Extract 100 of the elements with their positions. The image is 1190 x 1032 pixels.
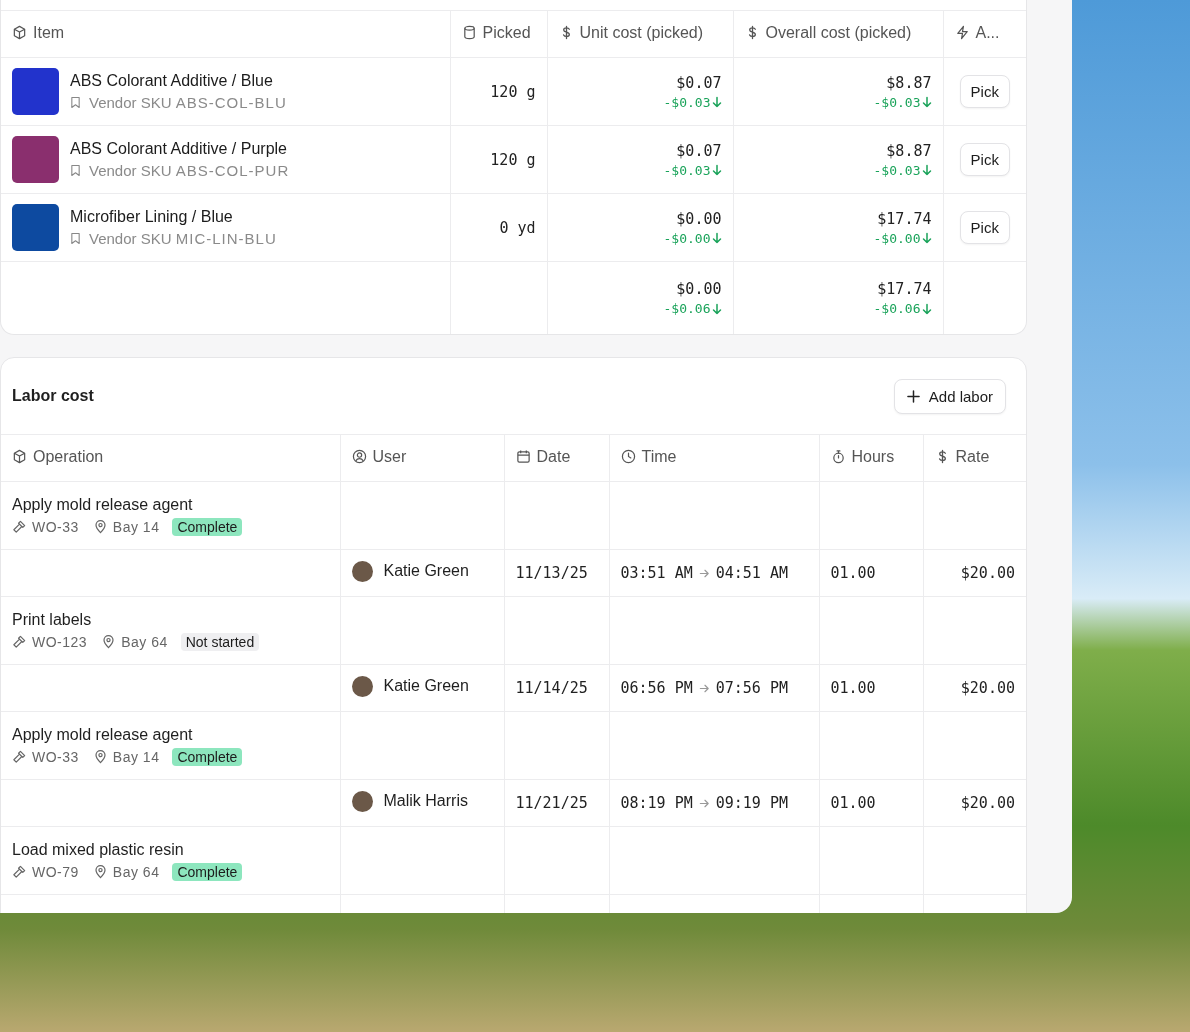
cost-change: -$0.03 xyxy=(663,162,711,178)
column-header[interactable]: A... xyxy=(975,23,1000,42)
column-header[interactable]: Picked xyxy=(482,23,531,42)
status-badge: Complete xyxy=(172,862,243,881)
end-time: 07:56 PM xyxy=(715,679,788,697)
clock-icon xyxy=(620,449,636,465)
operation-name[interactable]: Load mixed plastic resin xyxy=(12,840,329,859)
location-pin-icon xyxy=(92,749,108,764)
work-order: WO-79 xyxy=(32,863,79,880)
column-header[interactable]: Hours xyxy=(851,447,895,466)
location: Bay 64 xyxy=(121,633,168,650)
add-labor-button[interactable]: Add labor xyxy=(893,378,1006,414)
user-name: Malik Harris xyxy=(383,792,468,810)
down-arrow-icon xyxy=(711,96,722,108)
operation-name[interactable]: Apply mold release agent xyxy=(12,495,329,514)
bookmark-icon xyxy=(70,96,81,109)
column-header[interactable]: User xyxy=(372,447,407,466)
date: 11/13/25 xyxy=(515,564,588,582)
cube-icon xyxy=(12,449,27,465)
status-badge: Complete xyxy=(172,747,243,766)
down-arrow-icon xyxy=(711,164,722,176)
work-order: WO-123 xyxy=(32,633,88,650)
hours: 01.00 xyxy=(830,794,876,812)
vendor-sku: Vendor SKU MIC-LIN-BLU xyxy=(89,230,277,247)
item-name[interactable]: ABS Colorant Additive / Blue xyxy=(70,72,287,90)
start-time: 06:56 PM xyxy=(620,679,693,697)
end-time: 09:19 PM xyxy=(715,794,788,812)
avatar xyxy=(351,790,373,812)
column-header[interactable]: Item xyxy=(33,23,65,42)
location-pin-icon xyxy=(92,519,108,534)
avatar xyxy=(351,675,373,697)
column-header[interactable]: Overall cost (picked) xyxy=(765,23,912,42)
column-header[interactable]: Operation xyxy=(33,447,104,466)
section-title: Labor cost xyxy=(12,387,94,405)
cube-icon xyxy=(12,25,27,41)
avatar xyxy=(351,560,373,582)
lightning-icon xyxy=(954,25,970,41)
rate: $20.00 xyxy=(960,794,1015,812)
location: Bay 14 xyxy=(112,518,160,535)
rate: $20.00 xyxy=(960,564,1015,582)
status-badge: Not started xyxy=(180,632,260,651)
rate: $20.00 xyxy=(960,679,1015,697)
column-header[interactable]: Time xyxy=(641,447,677,466)
start-time: 08:19 PM xyxy=(620,794,693,812)
stopwatch-icon xyxy=(830,449,846,465)
column-header[interactable]: Date xyxy=(536,447,571,466)
right-arrow-icon xyxy=(698,567,710,579)
work-order: WO-33 xyxy=(32,748,79,765)
location: Bay 14 xyxy=(112,748,160,765)
user-name: Katie Green xyxy=(383,562,469,580)
hours: 01.00 xyxy=(830,679,876,697)
picked-quantity: 120 g xyxy=(490,150,536,169)
unit-cost: $0.07 xyxy=(676,141,722,160)
down-arrow-icon xyxy=(921,96,932,108)
cost-change: -$0.00 xyxy=(873,230,921,246)
operation-name[interactable]: Apply mold release agent xyxy=(12,725,329,744)
overall-cost-total: $17.74 xyxy=(877,280,932,298)
hours: 01.00 xyxy=(830,564,876,582)
picked-quantity: 0 yd xyxy=(499,218,536,237)
plus-icon xyxy=(906,389,920,403)
bookmark-icon xyxy=(70,232,81,245)
location-pin-icon xyxy=(92,864,108,879)
unit-cost-total: $0.00 xyxy=(676,280,722,298)
down-arrow-icon xyxy=(921,302,932,315)
overall-cost: $8.87 xyxy=(886,73,932,92)
calendar-icon xyxy=(515,449,531,465)
overall-cost: $8.87 xyxy=(886,141,932,160)
picked-quantity: 120 g xyxy=(490,82,536,101)
date: 11/14/25 xyxy=(515,679,588,697)
right-arrow-icon xyxy=(698,797,710,809)
cost-change: -$0.03 xyxy=(873,162,921,178)
item-name[interactable]: ABS Colorant Additive / Purple xyxy=(70,140,290,158)
pick-button[interactable]: Pick xyxy=(959,143,1010,176)
status-badge: Complete xyxy=(172,517,243,536)
pick-button[interactable]: Pick xyxy=(959,211,1010,244)
item-name[interactable]: Microfiber Lining / Blue xyxy=(70,208,277,226)
location-pin-icon xyxy=(101,634,117,649)
unit-cost: $0.00 xyxy=(676,209,722,228)
down-arrow-icon xyxy=(921,232,932,244)
down-arrow-icon xyxy=(711,232,722,244)
cylinder-icon xyxy=(461,25,477,41)
column-header[interactable]: Rate xyxy=(955,447,990,466)
location: Bay 64 xyxy=(112,863,160,880)
down-arrow-icon xyxy=(921,164,932,176)
right-arrow-icon xyxy=(698,682,710,694)
pick-button[interactable]: Pick xyxy=(959,75,1010,108)
unit-cost: $0.07 xyxy=(676,73,722,92)
user-circle-icon xyxy=(351,449,367,465)
operation-name[interactable]: Print labels xyxy=(12,610,329,629)
cost-change: -$0.03 xyxy=(663,94,711,110)
vendor-sku: Vendor SKU ABS-COL-PUR xyxy=(89,162,290,179)
user-name: Katie Green xyxy=(383,677,469,695)
work-order: WO-33 xyxy=(32,518,79,535)
bookmark-icon xyxy=(70,164,81,177)
vendor-sku: Vendor SKU ABS-COL-BLU xyxy=(89,94,287,111)
overall-cost: $17.74 xyxy=(877,209,932,228)
down-arrow-icon xyxy=(711,302,722,315)
start-time: 03:51 AM xyxy=(620,564,693,582)
cost-change: -$0.00 xyxy=(663,230,711,246)
column-header[interactable]: Unit cost (picked) xyxy=(579,23,704,42)
